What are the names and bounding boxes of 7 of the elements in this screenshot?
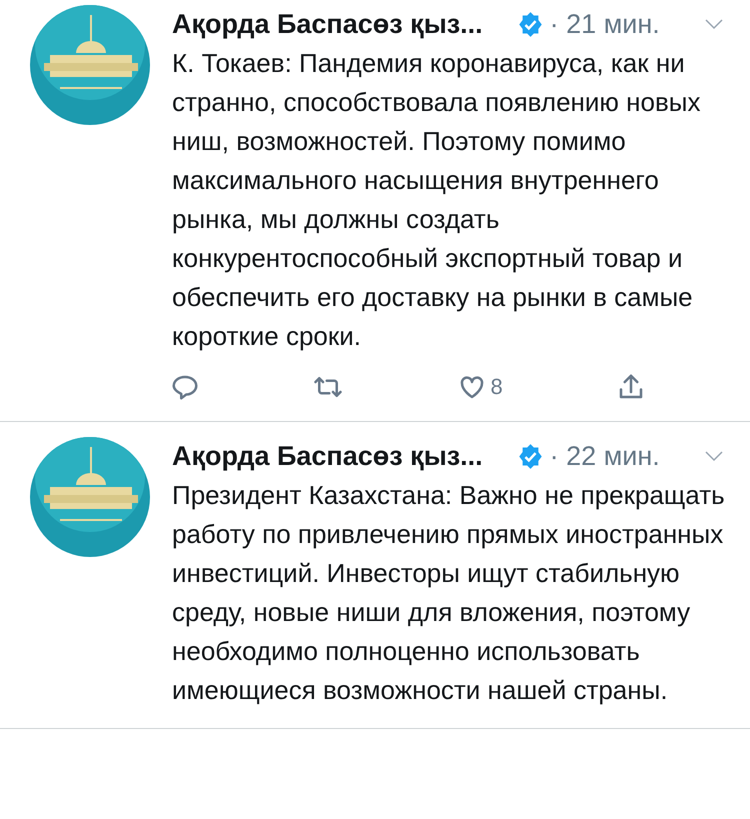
timestamp: · 21 мин. (550, 8, 660, 41)
author-name[interactable]: Ақорда Баспасөз қыз... (172, 4, 483, 44)
tweet-text: Президент Казахстана: Важно не прекращать работу по привлечению прямых иностранных инвестиций. Инвесторы ищут стабильную среду, новые ниши для вложения, поэтому необходимо полноценно использовать имеющиеся возможности нашей страны. (172, 479, 726, 707)
author-name[interactable]: Ақорда Баспасөз қыз... (172, 436, 483, 476)
like-button[interactable]: 8 (456, 370, 503, 403)
timestamp: · 22 мин. (550, 440, 660, 473)
tweet-text: К. Токаев: Пандемия коронавируса, как ни странно, способствовала появлению новых ниш, возможностей. Поэтому помимо максимального насыщения внутреннего рынка, мы должны создать конкурентоспособный экспортный товар и обеспечить его доставку на рынки в самые короткие сроки. (172, 47, 702, 353)
